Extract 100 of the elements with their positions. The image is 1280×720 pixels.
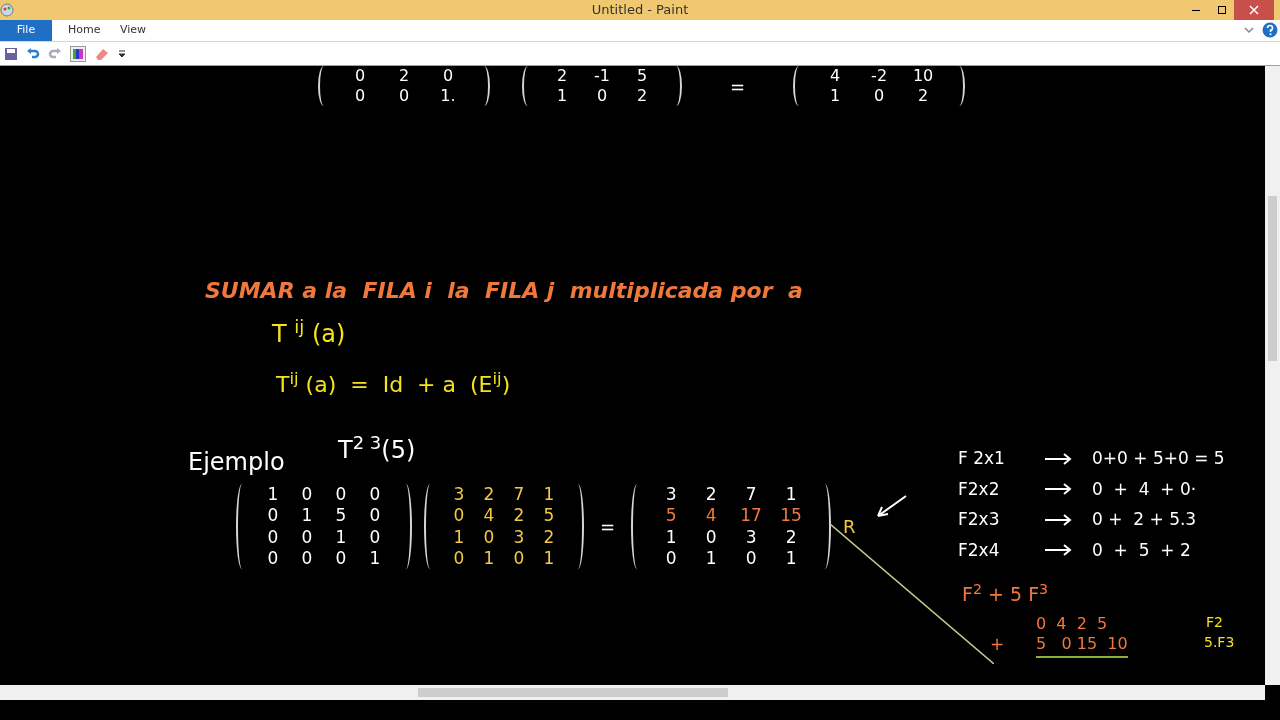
equals-sign: = — [599, 515, 617, 539]
matrix-entry: 0 — [266, 547, 280, 569]
matrix-entry: 2 — [397, 66, 411, 86]
matrix-entry: 0 — [452, 547, 466, 569]
matrix-entry: 0 — [397, 86, 411, 106]
matrix-entry: 2 — [542, 526, 556, 548]
ribbon-tab[interactable]: Home — [52, 20, 104, 41]
matrix-entry: 7 — [512, 484, 526, 506]
matrix-entry: 17 — [739, 505, 763, 527]
matrix-entry: 1 — [704, 547, 718, 569]
window-title: Untitled - Paint — [591, 1, 689, 20]
matrix-entry: 2 — [555, 66, 569, 86]
matrix-entry: 3 — [744, 526, 758, 548]
matrix-entry: 1 — [555, 86, 569, 106]
matrix-entry: 1 — [452, 526, 466, 548]
row-values: 5 0 15 10 — [1036, 632, 1128, 658]
matrix-entry: 0 — [368, 505, 382, 527]
sum-expression: F$^{2}$ + 5 F$^{3}$ — [962, 580, 1049, 607]
scrollbar-thumb[interactable] — [418, 688, 728, 697]
undo-icon[interactable] — [26, 46, 40, 61]
matrix-entry: 0 — [300, 547, 314, 569]
matrix-entry: 3 — [664, 484, 678, 506]
ribbon-tab[interactable]: File — [0, 20, 52, 41]
matrix-entry: 2 — [917, 86, 930, 106]
note-label: F2x3 — [958, 508, 1001, 531]
matrix-entry: 5 — [664, 505, 678, 527]
matrix-entry: 1 — [300, 505, 314, 527]
example-label: Ejemplo — [188, 447, 285, 478]
matrix-entry: 1 — [334, 526, 348, 548]
help-icon[interactable] — [1262, 22, 1278, 38]
matrix-entry: 0 — [595, 86, 609, 106]
row-label: 5.F3 — [1204, 633, 1235, 652]
formula-text: T $^{ij}$ (a) — [272, 316, 346, 350]
color-palette-icon[interactable] — [70, 45, 86, 62]
matrix-entry: 2 — [482, 484, 496, 506]
right-arrow-icon — [1044, 482, 1072, 497]
matrix-entry: 3 — [512, 526, 526, 548]
matrix-entry: 1 — [784, 484, 798, 506]
matrix-entry: 0 — [368, 484, 382, 506]
matrix-entry: 0 — [353, 86, 367, 106]
matrix-entry: 1 — [829, 86, 842, 106]
matrix-entry: -1 — [593, 66, 611, 86]
matrix-entry: 0 — [300, 526, 314, 548]
matrix-entry: 0 — [482, 526, 496, 548]
right-arrow-icon — [1044, 512, 1072, 527]
matrix-entry: 0 — [266, 526, 280, 548]
matrix-entry: 5 — [334, 505, 348, 527]
horizontal-scrollbar[interactable] — [0, 685, 1265, 700]
close-icon — [1249, 5, 1259, 15]
matrix-entry: -2 — [870, 66, 889, 86]
matrix-entry: 1. — [439, 86, 457, 106]
plus-sign: + — [990, 633, 1005, 656]
dropdown-icon[interactable] — [118, 49, 126, 58]
row-values: 0 4 2 5 — [1036, 613, 1108, 635]
matrix-entry: 3 — [452, 484, 466, 506]
matrix-entry: 5 — [542, 505, 556, 527]
matrix-entry: 2 — [784, 526, 798, 548]
matrix-entry: 0 — [441, 66, 455, 86]
matrix-entry: 1 — [542, 547, 556, 569]
vertical-scrollbar[interactable] — [1265, 66, 1280, 685]
right-arrow-icon — [1044, 543, 1072, 558]
matrix-entry: 10 — [911, 66, 935, 86]
matrix-entry: 15 — [779, 505, 803, 527]
operator-text: T$^{2 3}$(5) — [338, 432, 416, 466]
matrix-entry: 0 — [664, 547, 678, 569]
paint-app-icon — [0, 3, 14, 17]
matrix-entry: 0 — [704, 526, 718, 548]
redo-icon[interactable] — [48, 46, 62, 61]
scrollbar-thumb[interactable] — [1268, 196, 1277, 361]
handwritten-letter: R — [843, 515, 856, 539]
equals-sign: = — [729, 74, 747, 99]
save-icon[interactable] — [4, 46, 18, 61]
matrix-entry: 1 — [542, 484, 556, 506]
matrix-entry: 1 — [664, 526, 678, 548]
chevron-down-icon[interactable] — [1244, 26, 1254, 34]
row-label: F2 — [1206, 613, 1223, 632]
matrix-entry: 4 — [482, 505, 496, 527]
matrix-entry: 0 — [512, 547, 526, 569]
matrix-entry: 0 — [334, 547, 348, 569]
matrix-entry: 2 — [635, 86, 649, 106]
ribbon-tab[interactable]: View — [104, 20, 156, 41]
matrix-entry: 7 — [744, 484, 758, 506]
right-arrow-icon — [1044, 451, 1072, 466]
note-expression: 0+0 + 5+0 = 5 — [1092, 447, 1225, 470]
heading-text: SUMAR a la FILA i la FILA j multiplicada por a — [205, 277, 803, 305]
matrix-entry: 1 — [482, 547, 496, 569]
matrix-entry: 0 — [300, 484, 314, 506]
matrix-entry: 2 — [704, 484, 718, 506]
matrix-entry: 0 — [744, 547, 758, 569]
note-label: F2x4 — [958, 538, 1001, 562]
matrix-entry: 0 — [452, 505, 466, 527]
matrix-entry: 0 — [368, 526, 382, 548]
matrix-entry: 0 — [873, 86, 886, 106]
note-expression: 0 + 2 + 5.3 — [1092, 508, 1197, 531]
eraser-icon[interactable] — [94, 46, 110, 61]
note-label: F2x2 — [958, 477, 1001, 501]
matrix-entry: 1 — [784, 547, 798, 569]
note-expression: 0 + 5 + 2 — [1092, 538, 1191, 562]
matrix-entry: 0 — [334, 484, 348, 506]
formula-text: T$^{ij}$ (a) = Id + a (E$^{ij}$) — [276, 368, 511, 399]
